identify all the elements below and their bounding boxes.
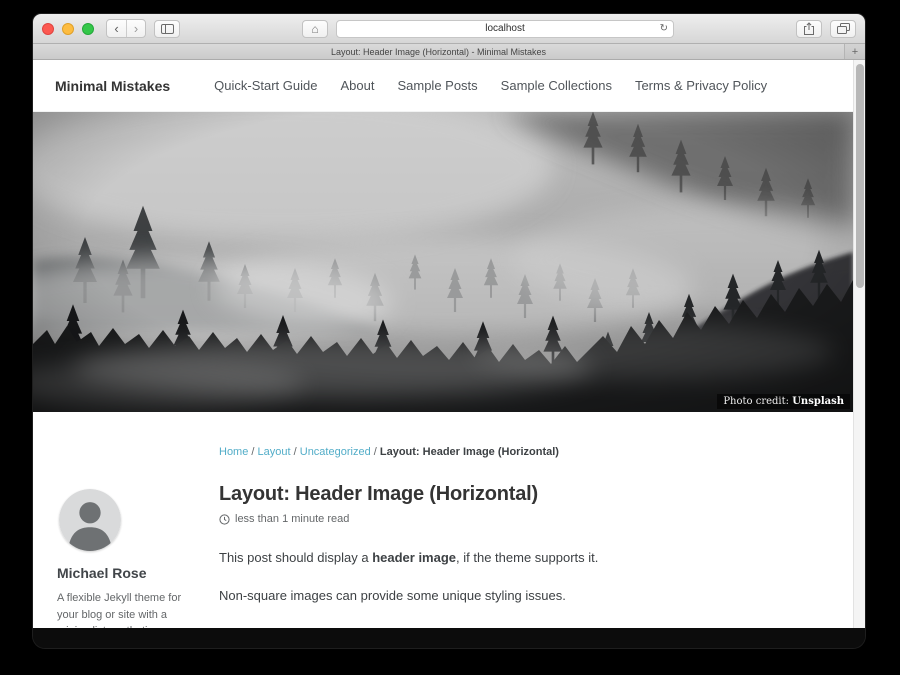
tab-title: Layout: Header Image (Horizontal) - Mini… <box>331 47 546 57</box>
breadcrumb-link-home[interactable]: Home <box>219 446 248 458</box>
tab-active[interactable]: Layout: Header Image (Horizontal) - Mini… <box>33 44 844 59</box>
page-title: Layout: Header Image (Horizontal) <box>219 483 809 506</box>
minimize-window-button[interactable] <box>62 23 74 35</box>
home-button[interactable]: ⌂ <box>302 20 328 38</box>
breadcrumb-link-uncategorized[interactable]: Uncategorized <box>300 446 371 458</box>
page-viewport: Minimal Mistakes Quick-Start Guide About… <box>33 60 865 628</box>
masthead-nav: Quick-Start Guide About Sample Posts Sam… <box>214 78 767 93</box>
nav-link-sample-posts[interactable]: Sample Posts <box>397 78 477 93</box>
page-scrollbar[interactable] <box>853 60 865 628</box>
site-masthead: Minimal Mistakes Quick-Start Guide About… <box>33 60 853 112</box>
sidebar-icon <box>161 24 174 34</box>
post-paragraph: This post tests a horizontal header imag… <box>219 625 809 628</box>
sidebar-toggle-button[interactable] <box>154 20 180 38</box>
person-silhouette-icon <box>59 489 121 551</box>
photo-credit-label: Photo credit: <box>723 396 792 407</box>
post-paragraph: This post should display a header image,… <box>219 549 809 568</box>
back-button[interactable]: ‹ <box>107 20 126 37</box>
plus-icon: + <box>852 46 858 58</box>
home-icon: ⌂ <box>311 22 318 36</box>
desktop-background: ‹ › ⌂ localhost ↻ Layout: Header Image (… <box>0 0 900 675</box>
close-window-button[interactable] <box>42 23 54 35</box>
photo-credit-caption: Photo credit: Unsplash <box>717 394 850 409</box>
window-bottom-chrome <box>33 628 865 648</box>
history-nav-group: ‹ › <box>106 19 146 38</box>
foggy-forest-illustration <box>33 112 853 412</box>
paragraph-bold-text: header image <box>372 550 456 565</box>
paragraph-text: This post should display a <box>219 550 372 565</box>
breadcrumb: Home / Layout / Uncategorized / Layout: … <box>219 446 809 458</box>
reload-button[interactable]: ↻ <box>660 24 668 34</box>
clock-icon <box>219 514 230 525</box>
photo-credit-link[interactable]: Unsplash <box>792 396 844 407</box>
address-bar[interactable]: localhost ↻ <box>336 20 674 38</box>
tab-overview-button[interactable] <box>830 20 856 38</box>
post-meta: less than 1 minute read <box>219 513 809 525</box>
breadcrumb-link-layout[interactable]: Layout <box>258 446 291 458</box>
new-tab-button[interactable]: + <box>844 44 865 59</box>
forward-icon: › <box>134 22 138 35</box>
tabs-icon <box>837 23 850 34</box>
avatar <box>59 489 121 551</box>
breadcrumb-separator: / <box>374 446 377 458</box>
breadcrumb-current: Layout: Header Image (Horizontal) <box>380 446 559 458</box>
nav-link-sample-collections[interactable]: Sample Collections <box>501 78 612 93</box>
site-title-link[interactable]: Minimal Mistakes <box>55 78 170 94</box>
browser-window: ‹ › ⌂ localhost ↻ Layout: Header Image (… <box>33 14 865 648</box>
scrollbar-thumb[interactable] <box>856 64 864 288</box>
forward-button[interactable]: › <box>126 20 145 37</box>
reload-icon: ↻ <box>660 23 668 34</box>
breadcrumb-separator: / <box>294 446 297 458</box>
nav-link-quick-start-guide[interactable]: Quick-Start Guide <box>214 78 317 93</box>
nav-link-terms-privacy[interactable]: Terms & Privacy Policy <box>635 78 767 93</box>
browser-toolbar: ‹ › ⌂ localhost ↻ <box>33 14 865 44</box>
author-sidebar: Michael Rose A flexible Jekyll theme for… <box>57 412 219 628</box>
author-bio: A flexible Jekyll theme for your blog or… <box>57 590 219 628</box>
article: Home / Layout / Uncategorized / Layout: … <box>219 412 853 628</box>
breadcrumb-separator: / <box>251 446 254 458</box>
traffic-lights <box>42 23 94 35</box>
share-icon <box>803 22 815 36</box>
nav-link-about[interactable]: About <box>340 78 374 93</box>
paragraph-text: , if the theme supports it. <box>456 550 598 565</box>
page-body: Michael Rose A flexible Jekyll theme for… <box>33 412 853 628</box>
url-text: localhost <box>485 23 524 34</box>
back-icon: ‹ <box>114 22 118 35</box>
zoom-window-button[interactable] <box>82 23 94 35</box>
read-time: less than 1 minute read <box>235 513 349 525</box>
header-image: Photo credit: Unsplash <box>33 112 853 412</box>
post-paragraph: Non-square images can provide some uniqu… <box>219 587 809 606</box>
tab-bar: Layout: Header Image (Horizontal) - Mini… <box>33 44 865 60</box>
author-name: Michael Rose <box>57 565 219 581</box>
page-content: Minimal Mistakes Quick-Start Guide About… <box>33 60 853 628</box>
share-button[interactable] <box>796 20 822 38</box>
